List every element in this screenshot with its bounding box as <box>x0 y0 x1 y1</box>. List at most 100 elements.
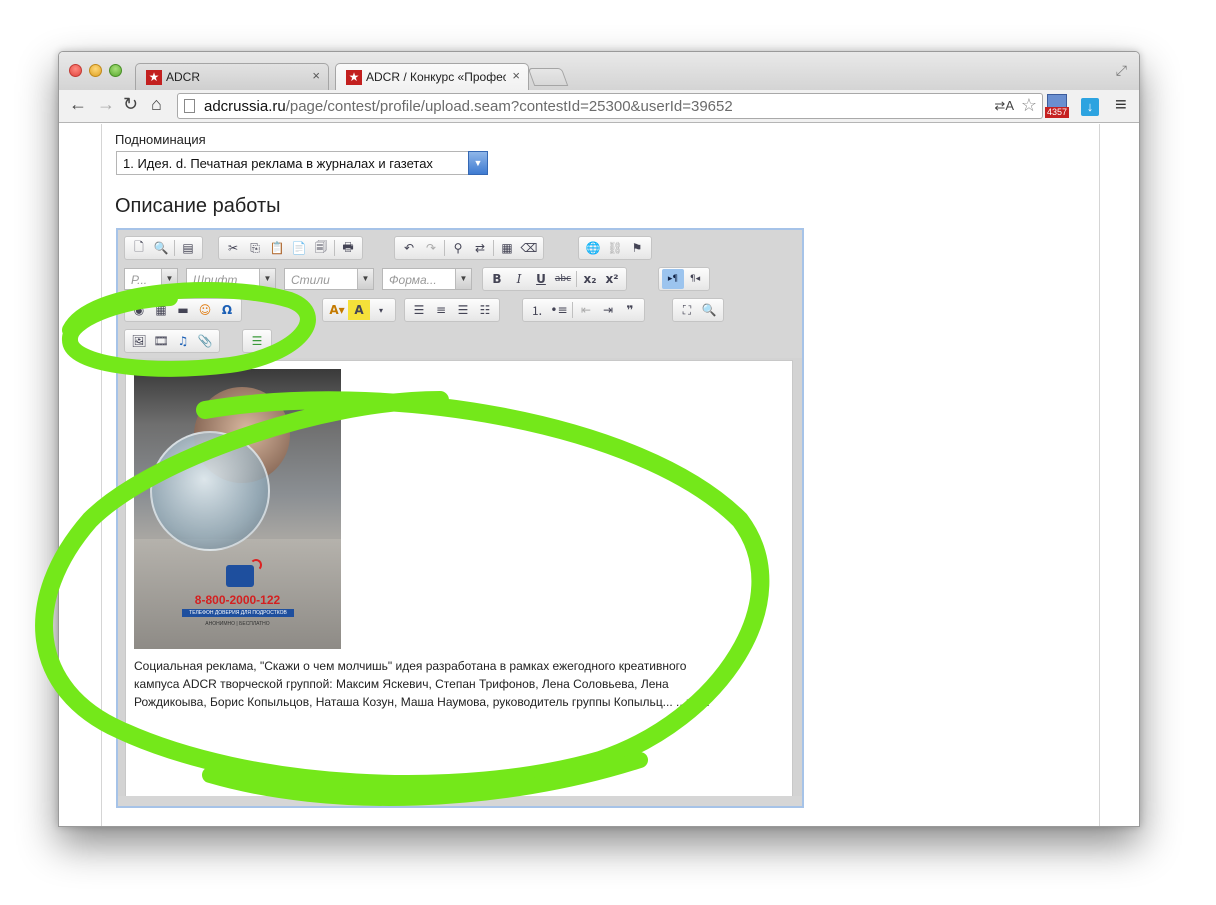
numbered-list-icon[interactable]: ⒈ <box>526 300 548 320</box>
chevron-down-icon[interactable]: ▼ <box>468 151 488 175</box>
tab-close-icon[interactable]: × <box>312 68 320 83</box>
back-arrow-icon[interactable]: ← <box>69 94 87 115</box>
toolbar-group-insert: ◉ ▦ ▬ ☺ Ω <box>124 298 242 322</box>
new-tab-button[interactable] <box>527 68 569 86</box>
address-bar[interactable]: adcrussia.ru/page/contest/profile/upload… <box>177 93 1043 119</box>
page-content: Подноминация 1. Идея. d. Печатная реклам… <box>59 124 1139 826</box>
align-justify-icon[interactable]: ☷ <box>474 300 496 320</box>
tab-strip: ★ ADCR × ★ ADCR / Конкурс «Профес × ⤢ <box>59 52 1139 90</box>
subnomination-select[interactable]: 1. Идея. d. Печатная реклама в журналах … <box>116 151 488 175</box>
browser-toolbar: ← → ↻ ⌂ adcrussia.ru/page/contest/profil… <box>59 90 1139 123</box>
outdent-icon[interactable]: ⇤ <box>575 300 597 320</box>
minimize-window-button[interactable] <box>89 64 102 77</box>
toolbar-group-media: 🖼 🎞 ♫ 📎 <box>124 329 220 353</box>
preview-icon[interactable]: 🔍 <box>150 238 172 258</box>
bold-button[interactable]: B <box>486 269 508 289</box>
fullscreen-icon[interactable]: ⤢ <box>1116 62 1127 79</box>
editor-content-area[interactable]: 8-800-2000-122 ТЕЛЕФОН ДОВЕРИЯ ДЛЯ ПОДРО… <box>125 360 793 798</box>
signal-wave-icon <box>250 559 262 571</box>
copy-icon[interactable]: ⎘ <box>244 238 266 258</box>
chevron-down-icon[interactable]: ▾ <box>370 300 392 320</box>
image-icon[interactable]: 🖼 <box>128 331 150 351</box>
rtl-direction-button[interactable]: ¶◂ <box>684 269 706 289</box>
menu-icon[interactable]: ≡ <box>1115 94 1127 117</box>
cut-icon[interactable]: ✂ <box>222 238 244 258</box>
tab-title: ADCR <box>166 70 201 84</box>
select-all-icon[interactable]: ▦ <box>496 238 518 258</box>
toolbar-group-source: ☰ <box>242 329 272 353</box>
bookmark-star-icon[interactable]: ☆ <box>1021 95 1037 116</box>
anchor-flag-icon[interactable]: ⚑ <box>626 238 648 258</box>
home-icon[interactable]: ⌂ <box>151 94 162 115</box>
link-icon[interactable]: 🌐 <box>582 238 604 258</box>
print-icon[interactable]: 🖶 <box>337 238 359 258</box>
paragraph-format-combo[interactable]: Р... ▼ <box>124 268 178 290</box>
bulleted-list-icon[interactable]: •≡ <box>548 300 570 320</box>
find-icon[interactable]: ⚲ <box>447 238 469 258</box>
maximize-icon[interactable]: ⛶ <box>676 300 698 320</box>
zoom-window-button[interactable] <box>109 64 122 77</box>
remove-format-icon[interactable]: ⌫ <box>518 238 540 258</box>
description-title: Описание работы <box>115 195 281 217</box>
url-text[interactable]: adcrussia.ru/page/contest/profile/upload… <box>204 98 733 115</box>
tab-contest[interactable]: ★ ADCR / Конкурс «Профес × <box>335 63 529 90</box>
tab-close-icon[interactable]: × <box>512 68 520 83</box>
forward-arrow-icon[interactable]: → <box>97 94 115 115</box>
italic-button[interactable]: I <box>508 269 530 289</box>
content-border-left <box>101 124 102 826</box>
subnomination-label: Подноминация <box>115 132 206 147</box>
poster-phone: 8-800-2000-122 <box>194 593 281 607</box>
hotline-logo-icon <box>226 565 254 587</box>
smiley-icon[interactable]: ☺ <box>194 300 216 320</box>
styles-combo[interactable]: Стили ▼ <box>284 268 374 290</box>
unlink-icon[interactable]: ⛓ <box>604 238 626 258</box>
chevron-down-icon: ▼ <box>455 269 471 289</box>
translate-icon[interactable]: ⇄A <box>994 98 1014 114</box>
horizontal-rule-icon[interactable]: ▬ <box>172 300 194 320</box>
templates-icon[interactable]: ▤ <box>177 238 199 258</box>
format-combo[interactable]: Форма... ▼ <box>382 268 472 290</box>
background-color-icon[interactable]: A <box>348 300 370 320</box>
video-icon[interactable]: 🎞 <box>150 331 172 351</box>
ltr-direction-button[interactable]: ▸¶ <box>662 269 684 289</box>
paste-text-icon[interactable]: 📄 <box>288 238 310 258</box>
show-blocks-icon[interactable]: 🔍 <box>698 300 720 320</box>
chevron-down-icon: ▼ <box>357 269 373 289</box>
redo-icon[interactable]: ↷ <box>420 238 442 258</box>
paste-word-icon[interactable]: 🗐 <box>310 238 332 258</box>
mail-extension-button[interactable]: 4357 <box>1045 94 1070 120</box>
toolbar-group-colors: A▾ A ▾ <box>322 298 396 322</box>
flash-icon[interactable]: ◉ <box>128 300 150 320</box>
close-window-button[interactable] <box>69 64 82 77</box>
editor-toolbar: 🗋 🔍 ▤ ✂ ⎘ 📋 📄 🗐 🖶 ↶ ↷ ⚲ ⇄ ▦ ⌫ 🌐 ⛓ ⚑ Р...… <box>118 230 802 358</box>
description-text: Социальная реклама, "Скажи о чем молчишь… <box>134 659 710 709</box>
align-center-icon[interactable]: ≡ <box>430 300 452 320</box>
font-combo[interactable]: Шрифт ▼ <box>186 268 276 290</box>
toolbar-group-text-style: B I U abc x₂ x² <box>482 267 627 291</box>
source-code-icon[interactable]: ☰ <box>246 331 268 351</box>
attachment-icon[interactable]: 📎 <box>194 331 216 351</box>
poster-image: 8-800-2000-122 ТЕЛЕФОН ДОВЕРИЯ ДЛЯ ПОДРО… <box>134 369 341 649</box>
strikethrough-button[interactable]: abc <box>552 269 574 289</box>
toolbar-group-edit: ↶ ↷ ⚲ ⇄ ▦ ⌫ <box>394 236 544 260</box>
blockquote-icon[interactable]: ❞ <box>619 300 641 320</box>
subnomination-value: 1. Идея. d. Печатная реклама в журналах … <box>123 156 433 171</box>
download-extension-icon[interactable]: ↓ <box>1081 98 1099 116</box>
mail-count-badge: 4357 <box>1045 107 1070 118</box>
paste-icon[interactable]: 📋 <box>266 238 288 258</box>
align-left-icon[interactable]: ☰ <box>408 300 430 320</box>
replace-icon[interactable]: ⇄ <box>469 238 491 258</box>
reload-icon[interactable]: ↻ <box>123 94 138 115</box>
indent-icon[interactable]: ⇥ <box>597 300 619 320</box>
table-icon[interactable]: ▦ <box>150 300 172 320</box>
undo-icon[interactable]: ↶ <box>398 238 420 258</box>
text-color-icon[interactable]: A▾ <box>326 300 348 320</box>
superscript-button[interactable]: x² <box>601 269 623 289</box>
align-right-icon[interactable]: ☰ <box>452 300 474 320</box>
underline-button[interactable]: U <box>530 269 552 289</box>
audio-icon[interactable]: ♫ <box>172 331 194 351</box>
special-char-icon[interactable]: Ω <box>216 300 238 320</box>
subscript-button[interactable]: x₂ <box>579 269 601 289</box>
new-page-icon[interactable]: 🗋 <box>128 238 150 258</box>
tab-adcr[interactable]: ★ ADCR × <box>135 63 329 90</box>
